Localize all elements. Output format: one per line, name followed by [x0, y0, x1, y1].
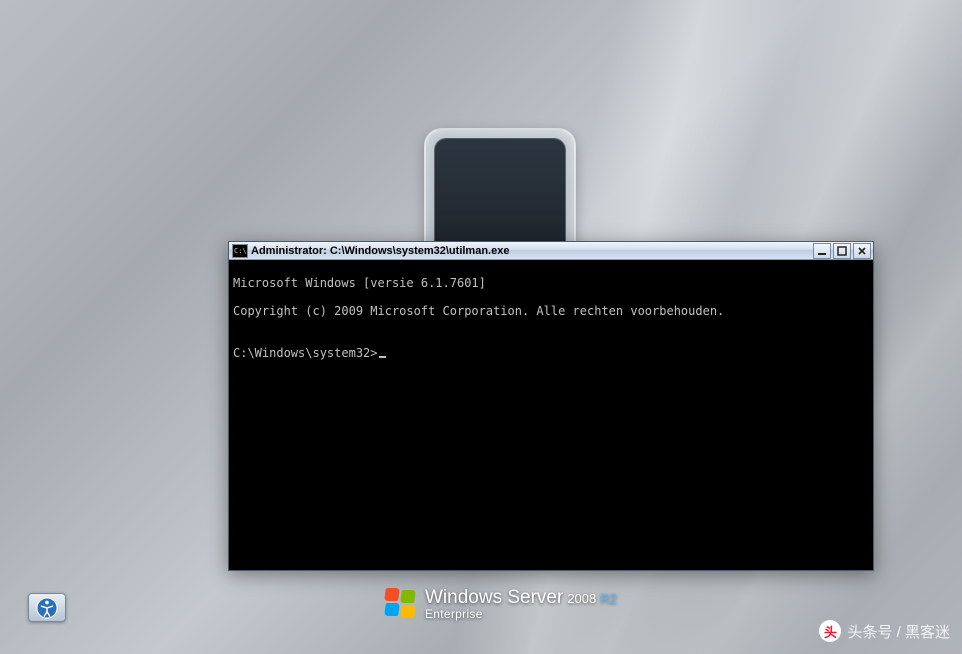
terminal-prompt-line: C:\Windows\system32>	[233, 346, 869, 360]
terminal-prompt: C:\Windows\system32>	[233, 346, 378, 360]
windows-logo-icon	[385, 588, 417, 620]
terminal-line: Copyright (c) 2009 Microsoft Corporation…	[233, 304, 869, 318]
close-icon	[857, 246, 867, 256]
watermark-logo-icon: 头	[819, 620, 841, 642]
window-title: Administrator: C:\Windows\system32\utilm…	[251, 245, 813, 257]
product-suffix: R2	[600, 592, 617, 606]
maximize-button[interactable]	[833, 243, 851, 259]
minimize-icon	[817, 246, 827, 256]
cursor-icon	[379, 356, 386, 358]
maximize-icon	[837, 246, 847, 256]
ease-of-access-button[interactable]	[28, 593, 66, 622]
minimize-button[interactable]	[813, 243, 831, 259]
terminal-output[interactable]: Microsoft Windows [versie 6.1.7601] Copy…	[229, 260, 873, 570]
ease-of-access-icon	[36, 597, 58, 619]
product-name: Windows Server	[425, 588, 563, 608]
watermark-text: 头条号 / 黑客迷	[847, 621, 950, 642]
window-titlebar[interactable]: C:\ Administrator: C:\Windows\system32\u…	[229, 242, 873, 260]
branding-text: Windows Server 2008 R2 Enterprise	[425, 588, 617, 621]
cmd-icon: C:\	[232, 244, 248, 258]
os-branding: Windows Server 2008 R2 Enterprise	[385, 588, 617, 621]
watermark: 头 头条号 / 黑客迷	[819, 620, 950, 642]
window-controls	[813, 242, 873, 259]
product-edition: Enterprise	[425, 608, 617, 621]
terminal-line: Microsoft Windows [versie 6.1.7601]	[233, 276, 869, 290]
command-prompt-window[interactable]: C:\ Administrator: C:\Windows\system32\u…	[228, 241, 874, 571]
close-button[interactable]	[853, 243, 871, 259]
product-year: 2008	[567, 592, 596, 606]
